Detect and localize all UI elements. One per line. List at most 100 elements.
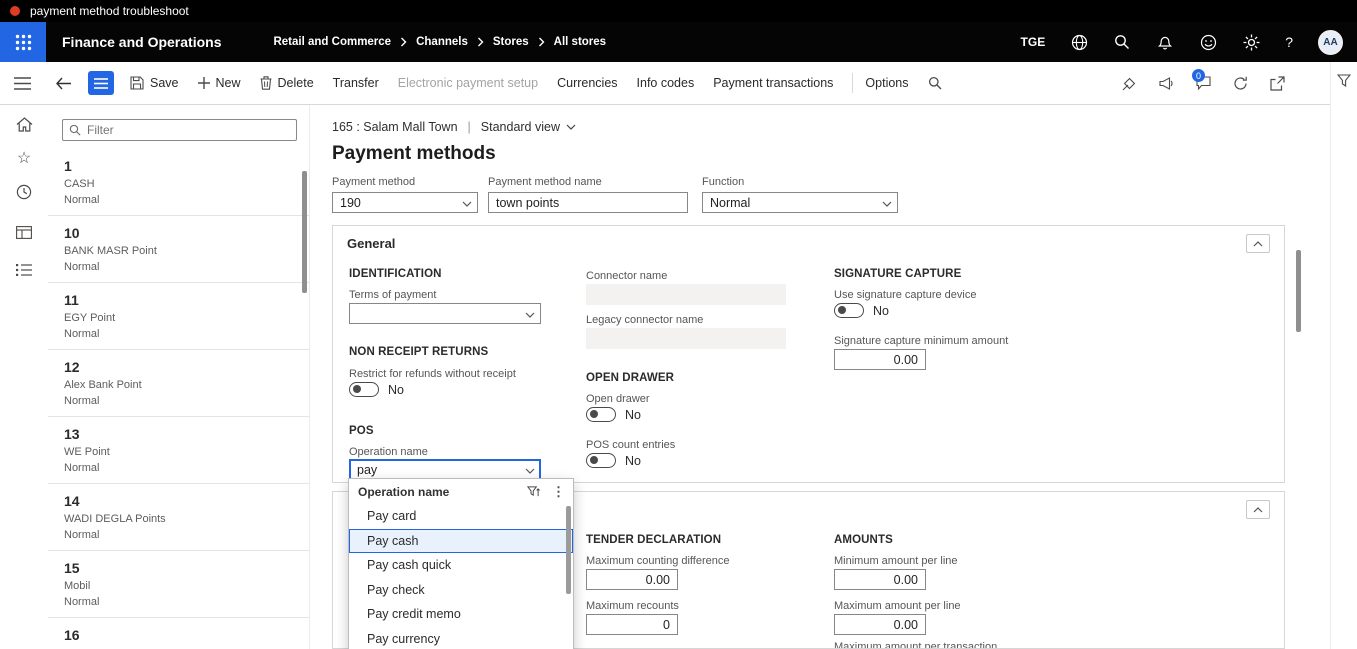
- list-item[interactable]: 13 WE Point Normal: [48, 417, 309, 484]
- payment-method-name-input[interactable]: town points: [488, 192, 688, 213]
- chevron-up-icon: [1253, 240, 1263, 246]
- dropdown-scrollbar[interactable]: [566, 506, 571, 594]
- announcements-icon[interactable]: [1159, 76, 1174, 90]
- function-value: Normal: [710, 195, 751, 210]
- view-selector[interactable]: Standard view: [481, 120, 576, 134]
- recording-indicator-icon: [10, 6, 20, 16]
- home-icon[interactable]: [13, 113, 35, 135]
- globe-icon[interactable]: [1070, 33, 1088, 51]
- list-item[interactable]: 12 Alex Bank Point Normal: [48, 350, 309, 417]
- refresh-icon[interactable]: [1233, 76, 1248, 91]
- open-drawer-toggle[interactable]: No: [586, 407, 641, 422]
- toggle-list-pane-button[interactable]: [88, 71, 114, 95]
- help-button[interactable]: ?: [1285, 34, 1293, 50]
- filter-pane-icon[interactable]: [1337, 74, 1351, 87]
- list-item[interactable]: 16: [48, 618, 309, 649]
- nav-menu-icon[interactable]: [14, 76, 31, 90]
- list-scrollbar[interactable]: [302, 171, 307, 293]
- record-id: 15: [64, 560, 80, 576]
- app-title[interactable]: Finance and Operations: [62, 34, 221, 50]
- payment-transactions-button[interactable]: Payment transactions: [713, 76, 833, 90]
- list-item[interactable]: 14 WADI DEGLA Points Normal: [48, 484, 309, 551]
- restrict-refunds-toggle[interactable]: No: [349, 382, 404, 397]
- breadcrumb-stores[interactable]: Stores: [493, 36, 529, 48]
- record-name: WE Point: [64, 446, 110, 458]
- currencies-button[interactable]: Currencies: [557, 76, 617, 90]
- max-recounts-input[interactable]: 0: [586, 614, 678, 635]
- environment-label[interactable]: TGE: [1021, 35, 1046, 49]
- list-item[interactable]: 1 CASH Normal: [48, 149, 309, 216]
- list-filter[interactable]: [62, 119, 297, 141]
- min-per-line-input[interactable]: 0.00: [834, 569, 926, 590]
- connector-name-input: [586, 284, 786, 305]
- options-button[interactable]: Options: [865, 76, 908, 90]
- avatar[interactable]: AA: [1318, 29, 1343, 55]
- record-name: CASH: [64, 178, 95, 190]
- dropdown-option[interactable]: Pay currency: [349, 627, 573, 649]
- record-name: WADI DEGLA Points: [64, 513, 166, 525]
- list-item[interactable]: 11 EGY Point Normal: [48, 283, 309, 350]
- main-scrollbar[interactable]: [1296, 250, 1301, 332]
- general-collapse-button[interactable]: [1246, 234, 1270, 253]
- favorites-star-icon[interactable]: ☆: [13, 147, 35, 169]
- max-per-line-label: Maximum amount per line: [834, 600, 961, 612]
- dropdown-option[interactable]: Pay cash quick: [349, 553, 573, 578]
- breadcrumb-channels[interactable]: Channels: [416, 36, 468, 48]
- delete-button[interactable]: Delete: [260, 76, 314, 90]
- settings-gear-icon[interactable]: [1242, 33, 1260, 51]
- dropdown-option-selected[interactable]: Pay cash: [349, 528, 573, 553]
- workspaces-icon[interactable]: [13, 221, 35, 243]
- record-id: 11: [64, 292, 79, 308]
- second-section-collapse-button[interactable]: [1246, 500, 1270, 519]
- dropdown-header: Operation name ⋮: [349, 479, 573, 504]
- chevron-down-icon: [566, 124, 576, 130]
- terms-of-payment-combo[interactable]: [349, 303, 541, 324]
- payment-method-combo[interactable]: 190: [332, 192, 478, 213]
- info-codes-button[interactable]: Info codes: [637, 76, 695, 90]
- max-counting-input[interactable]: 0.00: [586, 569, 678, 590]
- main-content: 165 : Salam Mall Town | Standard view Pa…: [310, 105, 1330, 649]
- toggle-knob: [838, 306, 846, 314]
- recent-clock-icon[interactable]: [13, 181, 35, 203]
- record-name: EGY Point: [64, 312, 116, 324]
- pos-count-toggle[interactable]: No: [586, 453, 641, 468]
- transfer-button[interactable]: Transfer: [333, 76, 379, 90]
- filter-input[interactable]: [87, 123, 290, 137]
- max-recounts-label: Maximum recounts: [586, 600, 679, 612]
- dropdown-option[interactable]: Pay card: [349, 504, 573, 529]
- signature-min-input[interactable]: 0.00: [834, 349, 926, 370]
- dropdown-option[interactable]: Pay credit memo: [349, 602, 573, 627]
- chat-icon[interactable]: 0: [1192, 69, 1211, 90]
- open-in-new-window-icon[interactable]: [1270, 75, 1285, 91]
- max-per-line-input[interactable]: 0.00: [834, 614, 926, 635]
- record-name: Mobil: [64, 580, 91, 592]
- chat-badge: 0: [1192, 69, 1205, 82]
- bell-icon[interactable]: [1156, 33, 1174, 51]
- list-item[interactable]: 15 Mobil Normal: [48, 551, 309, 618]
- general-section-title[interactable]: General: [347, 236, 395, 251]
- app-launcher-button[interactable]: [0, 22, 46, 62]
- signature-device-toggle[interactable]: No: [834, 303, 889, 318]
- breadcrumb-all-stores[interactable]: All stores: [554, 36, 606, 48]
- back-button[interactable]: [55, 77, 72, 90]
- feedback-smiley-icon[interactable]: [1199, 33, 1217, 51]
- modules-list-icon[interactable]: [13, 259, 35, 281]
- save-button[interactable]: Save: [130, 76, 179, 90]
- record-name: BANK MASR Point: [64, 245, 157, 257]
- search-icon[interactable]: [1113, 33, 1131, 51]
- new-button[interactable]: New: [197, 76, 241, 90]
- record-name: Alex Bank Point: [64, 379, 142, 391]
- operation-name-combo[interactable]: pay: [349, 459, 541, 480]
- app-window: payment method troubleshoot Finance and …: [0, 0, 1357, 649]
- personalize-icon[interactable]: [1122, 76, 1137, 91]
- dropdown-more-icon[interactable]: ⋮: [552, 484, 565, 500]
- breadcrumb-retail-and-commerce[interactable]: Retail and Commerce: [273, 36, 391, 48]
- list-item[interactable]: 10 BANK MASR Point Normal: [48, 216, 309, 283]
- dropdown-option[interactable]: Pay check: [349, 578, 573, 603]
- filter-sort-icon[interactable]: [527, 485, 540, 498]
- delete-label: Delete: [277, 76, 314, 90]
- function-combo[interactable]: Normal: [702, 192, 898, 213]
- toggle-knob: [590, 410, 598, 418]
- record-type: Normal: [64, 529, 100, 541]
- command-search-icon[interactable]: [928, 76, 942, 90]
